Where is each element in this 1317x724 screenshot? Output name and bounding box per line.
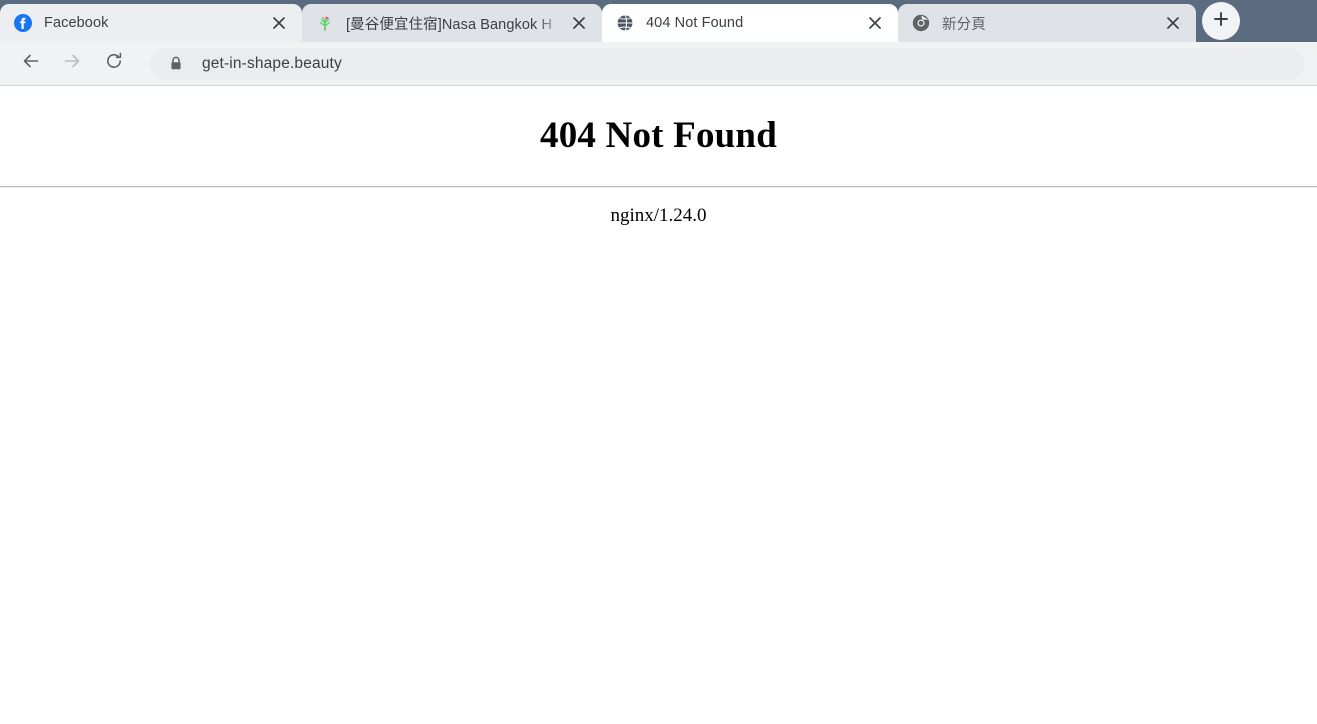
tab-title: [曼谷便宜住宿]Nasa Bangkok H	[346, 16, 553, 33]
arrow-right-icon	[62, 51, 82, 76]
address-bar[interactable]: get-in-shape.beauty	[150, 47, 1305, 80]
chrome-icon	[912, 14, 930, 32]
browser-tab-facebook[interactable]: Facebook	[0, 4, 302, 42]
tab-close-button[interactable]	[266, 10, 292, 36]
browser-tab-404-not-found[interactable]: 404 Not Found	[602, 4, 898, 42]
browser-tab-nasa-bangkok[interactable]: [曼谷便宜住宿]Nasa Bangkok H	[302, 4, 602, 42]
tab-title: Facebook	[44, 15, 109, 31]
page-content: 404 Not Found nginx/1.24.0	[0, 86, 1317, 723]
tab-title: 新分頁	[942, 16, 986, 33]
browser-tab-new-tab[interactable]: 新分頁	[898, 4, 1196, 42]
tab-close-button[interactable]	[566, 10, 592, 36]
facebook-icon	[14, 14, 32, 32]
reload-button[interactable]	[96, 46, 132, 82]
new-tab-button[interactable]	[1202, 2, 1240, 40]
plus-icon	[1213, 11, 1229, 32]
server-signature: nginx/1.24.0	[610, 205, 707, 226]
address-bar-url: get-in-shape.beauty	[202, 54, 342, 72]
leaf-plant-icon	[316, 14, 334, 32]
back-button[interactable]	[13, 46, 49, 82]
arrow-left-icon	[21, 51, 41, 76]
tab-title: 404 Not Found	[646, 15, 744, 31]
globe-icon	[616, 14, 634, 32]
page-title: 404 Not Found	[540, 115, 777, 156]
reload-icon	[104, 51, 124, 76]
tab-close-button[interactable]	[1160, 10, 1186, 36]
forward-button[interactable]	[54, 46, 90, 82]
browser-toolbar: get-in-shape.beauty	[0, 42, 1317, 86]
tab-strip: Facebook [曼谷便宜住宿]Nasa Bangkok H 404 Not …	[0, 0, 1317, 42]
lock-icon[interactable]	[168, 56, 184, 72]
tab-close-button[interactable]	[862, 10, 888, 36]
